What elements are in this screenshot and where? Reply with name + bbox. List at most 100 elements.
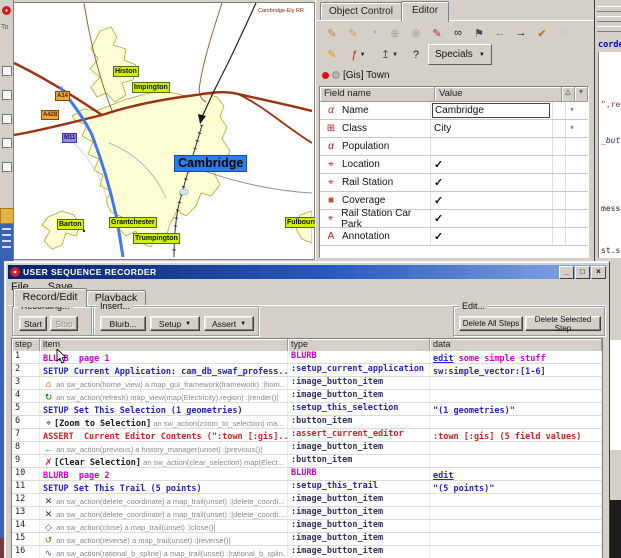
place-label-barton[interactable]: Barton (57, 219, 84, 230)
recorder-step-row-11[interactable]: 11SETUP Set This Trail (5 points):setup_… (12, 481, 602, 494)
add-object-icon[interactable]: ⊕ (385, 23, 405, 43)
place-label-histon[interactable]: Histon (113, 66, 139, 77)
code-file-tab[interactable]: corder.ma (598, 40, 621, 50)
copy-object-icon[interactable]: ✎ (343, 23, 363, 43)
recorder-titlebar[interactable]: USER SEQUENCE RECORDER _ □ × (8, 265, 606, 279)
recorder-step-row-6[interactable]: 6⌖[Zoom to Selection] an sw_action(zoom_… (12, 416, 602, 429)
field-row-rail-station-car-park[interactable]: ⌖Rail Station Car Park✓ (320, 210, 588, 228)
find-icon[interactable]: ∞ (448, 23, 468, 43)
layer-checkbox[interactable] (2, 66, 12, 76)
delete-all-steps-button[interactable]: Delete All Steps (459, 316, 523, 331)
map-flag-icon[interactable]: ⚑ (469, 23, 489, 43)
col-value[interactable]: Value (435, 87, 562, 102)
tab-record-edit[interactable]: Record/Edit (13, 288, 87, 307)
layer-checkbox[interactable] (2, 90, 12, 100)
home-icon: ⌂ (43, 378, 54, 389)
start-button[interactable]: Start (19, 316, 47, 331)
checkmark-icon: ✓ (434, 230, 443, 243)
field-table: Field name Value △ * αNameCambridge*⊞Cla… (319, 86, 589, 258)
delete-coordinate-icon: ✕ (43, 495, 54, 506)
recorder-step-row-8[interactable]: 8← an sw_action(previous) a history_mana… (12, 442, 602, 455)
recorder-step-row-14[interactable]: 14◇ an sw_action(close) a map_trail(unse… (12, 520, 602, 533)
place-label-impington[interactable]: Impington (132, 82, 170, 93)
help-icon: ? (413, 49, 419, 61)
write-object-icon[interactable]: ✎ (322, 23, 342, 43)
edit-link[interactable]: edit (433, 354, 453, 363)
recorder-step-row-12[interactable]: 12✕ an sw_action(delete_coordinate) a ma… (12, 494, 602, 507)
field-value[interactable]: City (434, 123, 451, 134)
recorder-step-row-4[interactable]: 4↻ an sw_action(refresh) map_view(map(El… (12, 390, 602, 403)
pencil-icon[interactable]: ✎ (322, 45, 342, 65)
close-button[interactable]: × (591, 266, 606, 279)
chevron-down-icon: ▼ (392, 52, 398, 58)
col-field-name[interactable]: Field name (320, 87, 435, 102)
tab-object-control[interactable]: Object Control (320, 2, 402, 20)
close-trail-icon: ◇ (43, 521, 54, 532)
assert-dropdown[interactable]: Assert▼ (204, 316, 254, 331)
maximize-button[interactable]: □ (575, 266, 590, 279)
col-key[interactable]: * (575, 87, 588, 102)
recorder-step-row-10[interactable]: 10BLURB page 2BLURBedit (12, 468, 602, 481)
field-row-location[interactable]: ⌖Location✓ (320, 156, 588, 174)
reverse-icon: ↺ (43, 534, 54, 545)
lasso-icon[interactable]: ◌ (553, 23, 573, 43)
previous-object-icon[interactable]: ← (490, 23, 510, 43)
col-step[interactable]: step (12, 339, 40, 351)
col-type[interactable]: type (288, 339, 430, 351)
field-row-name[interactable]: αNameCambridge* (320, 102, 588, 120)
recorder-step-row-3[interactable]: 3⌂ an sw_action(home_view) a map_gui_fra… (12, 377, 602, 390)
delete-coordinate-icon: ✕ (43, 508, 54, 519)
place-label-grantchester[interactable]: Grantchester (109, 217, 157, 228)
blurb-button[interactable]: Blurb... (100, 316, 146, 331)
recorder-step-row-16[interactable]: 16∿ an sw_action(rational_b_spline) a ma… (12, 546, 602, 558)
steps-table-header: step item type data (12, 339, 602, 351)
recorder-step-row-2[interactable]: 2SETUP Current Application: cam_db_swaf_… (12, 364, 602, 377)
record-indicator-icon (322, 72, 329, 79)
text-style-icon[interactable]: ƒ▼ (344, 45, 373, 65)
step-action-detail: an sw_action(delete_coordinate) a map_tr… (54, 497, 284, 506)
field-row-population[interactable]: αPopulation (320, 138, 588, 156)
layer-checkbox[interactable] (2, 162, 12, 172)
minimize-button[interactable]: _ (559, 266, 574, 279)
col-data[interactable]: data (430, 339, 602, 351)
accept-edits-icon[interactable]: ✔ (532, 23, 552, 43)
step-action-detail: an sw_action(rational_b_spline) a map_tr… (54, 549, 288, 558)
stop-button[interactable]: Stop (50, 316, 78, 331)
recorder-step-row-13[interactable]: 13✕ an sw_action(delete_coordinate) a ma… (12, 507, 602, 520)
insert-geometry-icon[interactable]: ↥▼ (375, 45, 404, 65)
editor-panel: Object Control Editor ✎✎◔⊕⊗✎∞⚑←→✔◌ ✎ƒ▼↥▼… (315, 0, 594, 260)
recorder-step-row-15[interactable]: 15↺ an sw_action(reverse) a map_trail(un… (12, 533, 602, 546)
field-value-input[interactable]: Cambridge (432, 103, 550, 118)
step-type: :image_button_item (288, 494, 430, 506)
help-icon[interactable]: ? (406, 45, 426, 65)
delete-selected-step-button[interactable]: Delete Selected Step (525, 316, 601, 331)
recorder-step-row-7[interactable]: 7ASSERT Current Editor Contents (":town … (12, 429, 602, 442)
place-label-trumpington[interactable]: Trumpington (133, 233, 180, 244)
history-icon[interactable]: ◔ (364, 23, 384, 43)
recorder-step-row-1[interactable]: 1BLURB page 1BLURBedit some simple stuff (12, 351, 602, 364)
layer-checkbox[interactable] (2, 138, 12, 148)
field-row-annotation[interactable]: AAnnotation✓ (320, 228, 588, 246)
setup-dropdown[interactable]: Setup▼ (150, 316, 200, 331)
specials-dropdown[interactable]: Specials▼ (428, 44, 492, 65)
place-label-cambridge-selected[interactable]: Cambridge (174, 155, 247, 172)
current-object-label: [Gis] Town (343, 70, 390, 81)
delete-object-icon[interactable]: ⊗ (406, 23, 426, 43)
minor-road (204, 171, 312, 193)
tab-editor[interactable]: Editor (401, 1, 449, 22)
map-window[interactable]: Cambridge-Ely RR Histon Impington A14 A4… (13, 2, 315, 260)
col-item[interactable]: item (40, 339, 288, 351)
field-row-rail-station[interactable]: ⌖Rail Station✓ (320, 174, 588, 192)
layer-checkbox[interactable] (2, 114, 12, 124)
write-object-icon: ✎ (327, 27, 336, 40)
edit-link[interactable]: edit (433, 471, 453, 480)
edit-fields-icon[interactable]: ✎ (427, 23, 447, 43)
recorder-step-row-5[interactable]: 5SETUP Set This Selection (1 geometries)… (12, 403, 602, 416)
field-name: Rail Station Car Park (341, 208, 430, 230)
next-object-icon[interactable]: → (511, 23, 531, 43)
pencil-icon: ✎ (327, 48, 336, 61)
col-sort[interactable]: △ (562, 87, 575, 102)
recorder-step-row-9[interactable]: 9✗[Clear Selection] an sw_action(clear_s… (12, 455, 602, 468)
field-row-class[interactable]: ⊞ClassCity* (320, 120, 588, 138)
step-type: :image_button_item (288, 520, 430, 532)
